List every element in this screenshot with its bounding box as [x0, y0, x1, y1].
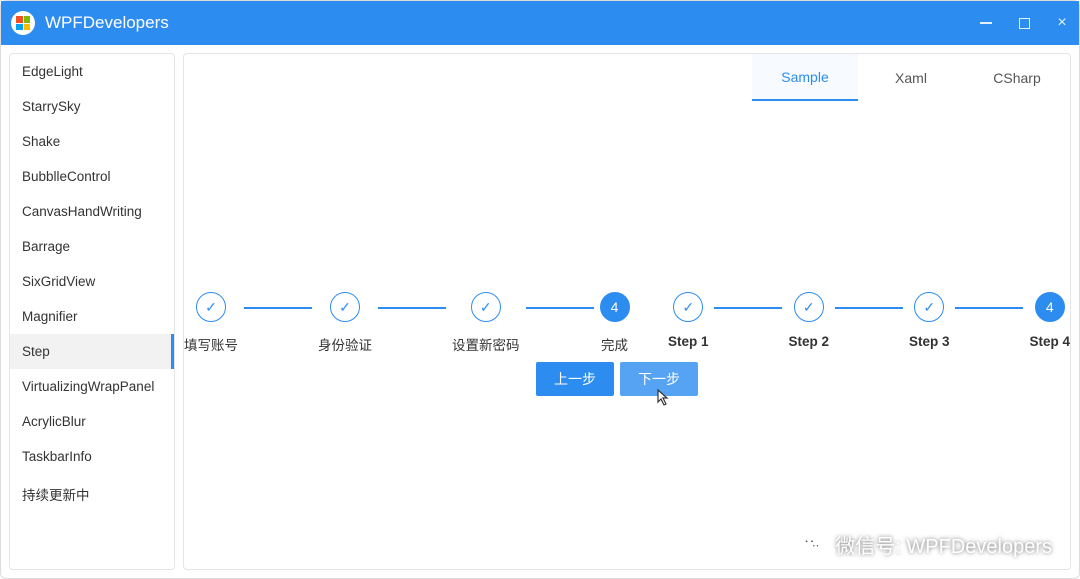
- steps-row: ✓ 填写账号 ✓ 身份验证 ✓ 设置新密码 4 完成 ✓ Step 1 ✓ Step 2 ✓ Step 3…: [184, 292, 1070, 354]
- step-connector: [526, 307, 594, 309]
- check-icon: ✓: [914, 292, 944, 322]
- sidebar-item-virtualizingwrappanel[interactable]: VirtualizingWrapPanel: [10, 369, 174, 404]
- step-node: 4 Step 4: [1029, 292, 1070, 349]
- tab-sample[interactable]: Sample: [752, 54, 858, 101]
- sidebar-item-sixgridview[interactable]: SixGridView: [10, 264, 174, 299]
- app-logo-icon: [11, 11, 35, 35]
- step-label: Step 4: [1029, 334, 1070, 349]
- sidebar-item-持续更新中[interactable]: 持续更新中: [10, 474, 174, 514]
- step-node: ✓ Step 1: [668, 292, 709, 349]
- titlebar[interactable]: WPFDevelopers ×: [1, 1, 1079, 45]
- check-icon: ✓: [471, 292, 501, 322]
- check-icon: ✓: [673, 292, 703, 322]
- minimize-button[interactable]: [979, 16, 993, 30]
- check-icon: ✓: [794, 292, 824, 322]
- watermark: 微信号: WPFDevelopers: [797, 529, 1052, 559]
- step-number: 4: [600, 292, 630, 322]
- sidebar-item-shake[interactable]: Shake: [10, 124, 174, 159]
- step-node: ✓ 身份验证: [318, 292, 372, 354]
- sidebar-item-starrysky[interactable]: StarrySky: [10, 89, 174, 124]
- step-buttons: 上一步 下一步: [536, 362, 698, 396]
- step-node: ✓ 设置新密码: [452, 292, 520, 354]
- step-connector: [835, 307, 903, 309]
- check-icon: ✓: [330, 292, 360, 322]
- step-connector: [244, 307, 312, 309]
- check-icon: ✓: [196, 292, 226, 322]
- sidebar-item-magnifier[interactable]: Magnifier: [10, 299, 174, 334]
- window-controls: ×: [979, 16, 1069, 30]
- tab-xaml[interactable]: Xaml: [858, 54, 964, 101]
- tab-bar: SampleXamlCSharp: [184, 54, 1070, 102]
- sidebar-item-bubbllecontrol[interactable]: BubblleControl: [10, 159, 174, 194]
- sidebar-item-taskbarinfo[interactable]: TaskbarInfo: [10, 439, 174, 474]
- step-node: ✓ Step 3: [909, 292, 950, 349]
- step-label: 填写账号: [184, 334, 238, 354]
- sidebar-item-acrylicblur[interactable]: AcrylicBlur: [10, 404, 174, 439]
- app-title: WPFDevelopers: [45, 13, 169, 33]
- watermark-text: 微信号: WPFDevelopers: [835, 530, 1052, 559]
- step-connector: [955, 307, 1023, 309]
- maximize-button[interactable]: [1017, 16, 1031, 30]
- step-label: Step 1: [668, 334, 709, 349]
- main-panel: SampleXamlCSharp ✓ 填写账号 ✓ 身份验证 ✓ 设置新密码 4 完成 ✓ Ste…: [183, 53, 1071, 570]
- sidebar[interactable]: EdgeLightStarrySkyShakeBubblleControlCan…: [9, 53, 175, 570]
- step-label: Step 2: [788, 334, 829, 349]
- prev-step-button[interactable]: 上一步: [536, 362, 614, 396]
- step-connector: [378, 307, 446, 309]
- sidebar-item-canvashandwriting[interactable]: CanvasHandWriting: [10, 194, 174, 229]
- wechat-icon: [797, 529, 827, 559]
- app-body: EdgeLightStarrySkyShakeBubblleControlCan…: [1, 45, 1079, 578]
- step-label: 身份验证: [318, 334, 372, 354]
- close-button[interactable]: ×: [1055, 16, 1069, 30]
- app-window: WPFDevelopers × EdgeLightStarrySkyShakeB…: [0, 0, 1080, 579]
- step-number: 4: [1035, 292, 1065, 322]
- sidebar-item-step[interactable]: Step: [10, 334, 174, 369]
- step-label: 完成: [601, 334, 628, 354]
- sidebar-item-edgelight[interactable]: EdgeLight: [10, 54, 174, 89]
- step-label: Step 3: [909, 334, 950, 349]
- content-area: ✓ 填写账号 ✓ 身份验证 ✓ 设置新密码 4 完成 ✓ Step 1 ✓ Step 2 ✓ Step 3…: [184, 102, 1070, 569]
- step-connector: [714, 307, 782, 309]
- step-node: ✓ 填写账号: [184, 292, 238, 354]
- tab-csharp[interactable]: CSharp: [964, 54, 1070, 101]
- next-step-button[interactable]: 下一步: [620, 362, 698, 396]
- sidebar-item-barrage[interactable]: Barrage: [10, 229, 174, 264]
- step-label: 设置新密码: [452, 334, 520, 354]
- step-node: ✓ Step 2: [788, 292, 829, 349]
- step-node: 4 完成: [600, 292, 630, 354]
